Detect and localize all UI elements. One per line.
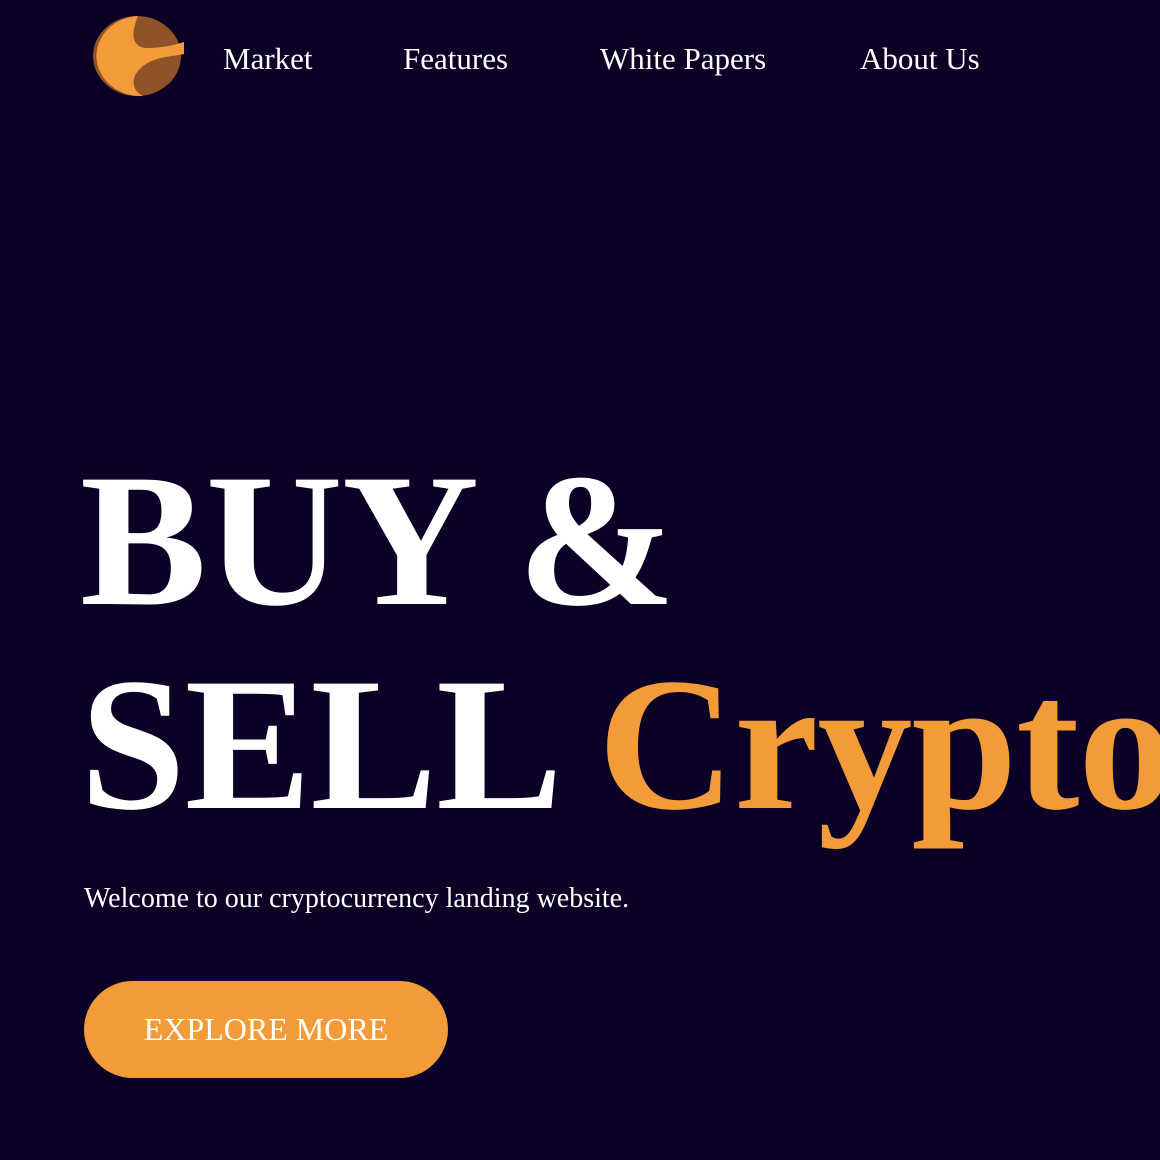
nav-link-white-papers[interactable]: White Papers xyxy=(600,39,766,79)
hero-headline-sell: SELL xyxy=(80,640,552,850)
hero-headline-line-1: BUY & xyxy=(80,436,676,646)
hero-subtitle: Welcome to our cryptocurrency landing we… xyxy=(84,883,630,914)
hero-headline-line-2: SELL Crypto xyxy=(80,650,1160,840)
explore-more-button[interactable]: EXPLORE MORE xyxy=(84,981,448,1078)
crescent-logo-icon[interactable] xyxy=(88,12,186,100)
hero-headline-crypto: Crypto xyxy=(597,640,1160,850)
nav-link-features[interactable]: Features xyxy=(403,39,508,79)
nav-link-about-us[interactable]: About Us xyxy=(860,39,980,79)
nav-link-market[interactable]: Market xyxy=(223,39,313,79)
